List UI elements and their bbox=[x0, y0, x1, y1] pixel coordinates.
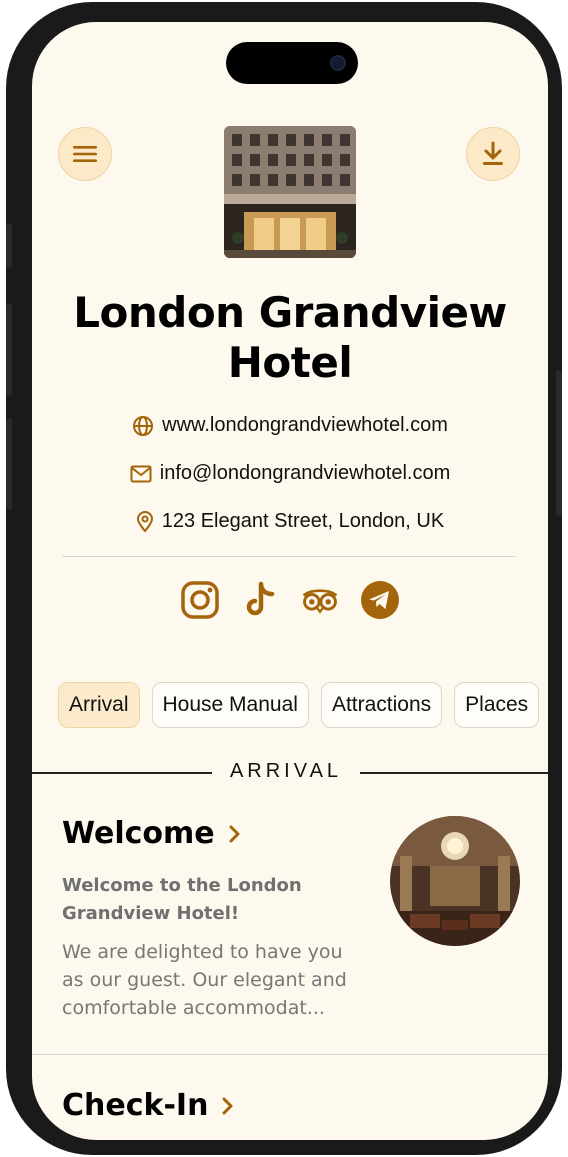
category-tabs: Arrival House Manual Attractions Places bbox=[58, 682, 540, 728]
tab-arrival[interactable]: Arrival bbox=[58, 682, 140, 728]
chevron-right-icon bbox=[222, 1097, 233, 1114]
phone-frame: London Grandview Hotel www.londongrandvi… bbox=[6, 2, 562, 1155]
map-pin-icon bbox=[136, 510, 153, 533]
menu-button[interactable] bbox=[58, 127, 112, 181]
lobby-photo bbox=[390, 816, 520, 946]
download-button[interactable] bbox=[466, 127, 520, 181]
email-link[interactable]: info@londongrandviewhotel.com bbox=[32, 462, 548, 485]
email-text: info@londongrandviewhotel.com bbox=[159, 462, 451, 484]
mail-icon bbox=[130, 465, 152, 482]
checkin-title-text: Check-In bbox=[62, 1088, 209, 1123]
download-icon bbox=[483, 141, 503, 165]
hotel-name: London Grandview Hotel bbox=[73, 288, 507, 387]
section-line-right bbox=[360, 772, 548, 774]
globe-icon bbox=[133, 415, 154, 436]
tab-attractions[interactable]: Attractions bbox=[320, 682, 443, 728]
dynamic-island bbox=[226, 42, 358, 84]
volume-down-button bbox=[6, 418, 12, 510]
card-divider bbox=[32, 1054, 548, 1055]
tiktok-icon bbox=[246, 581, 275, 616]
section-heading: ARRIVAL bbox=[229, 760, 343, 782]
instagram-icon bbox=[181, 581, 219, 619]
chevron-right-icon bbox=[229, 825, 240, 842]
welcome-body: We are delighted to have you as our gues… bbox=[62, 941, 347, 1019]
camera bbox=[330, 55, 346, 71]
welcome-title-text: Welcome bbox=[62, 816, 215, 851]
welcome-card-title[interactable]: Welcome bbox=[62, 816, 241, 851]
instagram-link[interactable] bbox=[180, 580, 220, 620]
divider bbox=[62, 556, 516, 557]
tab-house-manual[interactable]: House Manual bbox=[151, 682, 309, 728]
website-text: www.londongrandviewhotel.com bbox=[162, 414, 448, 436]
section-line-left bbox=[32, 772, 212, 774]
tab-places[interactable]: Places bbox=[454, 682, 540, 728]
website-link[interactable]: www.londongrandviewhotel.com bbox=[32, 414, 548, 437]
tiktok-link[interactable] bbox=[240, 580, 280, 620]
hamburger-menu-icon bbox=[73, 146, 97, 162]
volume-up-button bbox=[6, 304, 12, 396]
tripadvisor-icon bbox=[302, 589, 338, 614]
telegram-link[interactable] bbox=[360, 580, 400, 620]
welcome-subtitle: Welcome to the London Grandview Hotel! bbox=[62, 875, 302, 924]
silent-switch bbox=[6, 224, 12, 268]
social-links bbox=[32, 580, 548, 620]
power-button bbox=[556, 370, 562, 516]
screen: London Grandview Hotel www.londongrandvi… bbox=[32, 22, 548, 1140]
hotel-photo bbox=[224, 126, 356, 258]
tripadvisor-link[interactable] bbox=[300, 580, 340, 620]
address-text: 123 Elegant Street, London, UK bbox=[161, 510, 445, 532]
checkin-card-title[interactable]: Check-In bbox=[62, 1088, 234, 1123]
address-link[interactable]: 123 Elegant Street, London, UK bbox=[32, 510, 548, 533]
telegram-icon bbox=[361, 581, 399, 619]
